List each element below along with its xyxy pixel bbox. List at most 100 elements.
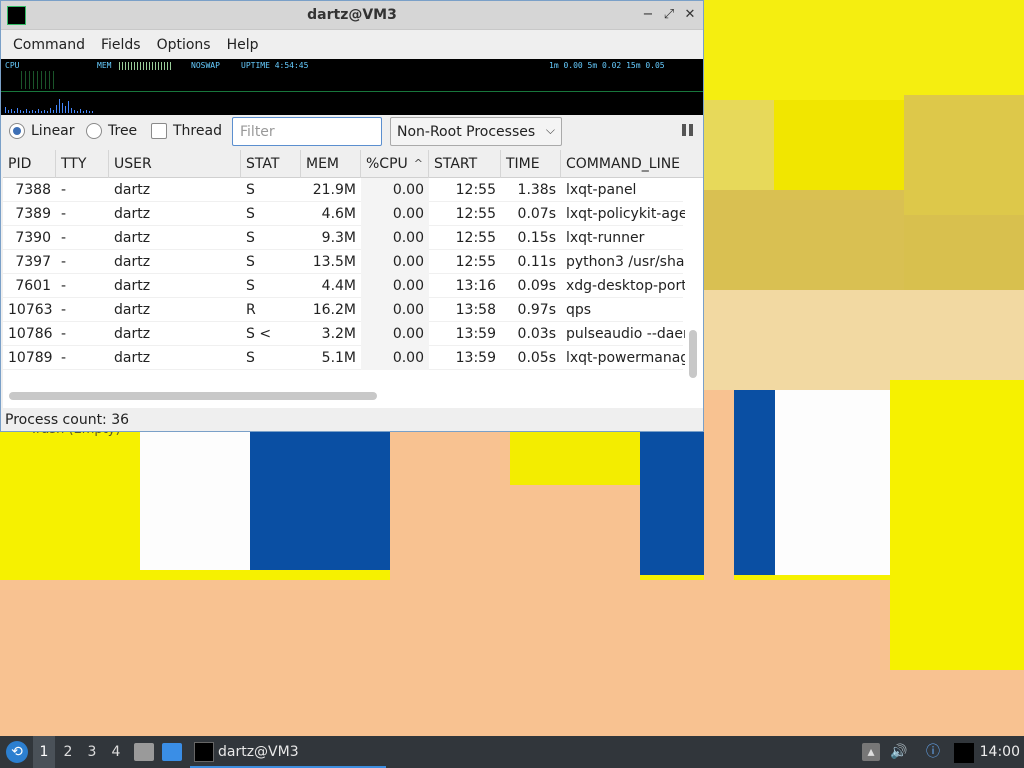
cell-time: 0.11s — [517, 254, 556, 270]
cell-stat: S — [246, 230, 255, 246]
thread-checkbox[interactable] — [151, 123, 167, 139]
table-row[interactable]: 10786- dartz S < 3.2M 0.00 13:59 0.03s pulseaud… — [3, 322, 685, 346]
show-desktop-icon[interactable] — [162, 743, 182, 761]
column-header-pid[interactable]: PID — [3, 150, 56, 178]
cell-stat: R — [246, 302, 256, 318]
cell-mem: 21.9M — [312, 182, 356, 198]
cpu-history-bars — [5, 93, 93, 113]
cell-user: dartz — [114, 254, 151, 270]
filter-input[interactable] — [232, 117, 382, 146]
pause-icon[interactable] — [681, 123, 695, 137]
volume-icon[interactable]: 🔊 — [890, 743, 908, 761]
column-header-cpu[interactable]: %CPU ^ — [361, 150, 429, 178]
cell-stat: S — [246, 278, 255, 294]
process-scope-value: Non-Root Processes — [397, 124, 536, 140]
start-menu-icon[interactable]: ⟲ — [6, 741, 28, 763]
cell-time: 1.38s — [517, 182, 556, 198]
column-header-time[interactable]: TIME — [501, 150, 561, 178]
cpu-meter — [21, 71, 57, 89]
cell-tty: - — [61, 254, 67, 270]
notification-icon[interactable]: ⓘ — [924, 743, 942, 761]
cell-command-line: pulseaudio --daemonize — [566, 326, 685, 342]
cell-start: 12:55 — [455, 230, 496, 246]
column-header-mem[interactable]: MEM — [301, 150, 361, 178]
cell-mem: 3.2M — [321, 326, 356, 342]
cell-time: 0.05s — [517, 350, 556, 366]
cell-user: dartz — [114, 230, 151, 246]
cell-mem: 4.6M — [321, 206, 356, 222]
menu-fields[interactable]: Fields — [93, 37, 149, 53]
linear-label[interactable]: Linear — [31, 123, 75, 139]
process-count: Process count: 36 — [5, 412, 130, 428]
cell-cpu: 0.00 — [361, 202, 429, 226]
cell-cpu: 0.00 — [361, 322, 429, 346]
cell-pid: 7390 — [15, 230, 51, 246]
file-manager-icon[interactable] — [134, 743, 154, 761]
menu-help[interactable]: Help — [219, 37, 267, 53]
minimize-icon[interactable]: − — [639, 6, 657, 24]
vertical-scrollbar[interactable] — [689, 330, 697, 378]
view-toolbar: Linear Tree Thread Non-Root Processes ⌵ — [1, 115, 703, 149]
terminal-tray-icon[interactable] — [954, 743, 974, 763]
chevron-down-icon: ⌵ — [545, 123, 555, 137]
mem-meter — [119, 62, 173, 70]
column-header-stat[interactable]: STAT — [241, 150, 301, 178]
cell-start: 13:59 — [455, 326, 496, 342]
mem-label: MEM — [97, 61, 112, 70]
clipboard-icon[interactable]: ▴ — [862, 743, 880, 761]
table-row[interactable]: 10763- dartz R 16.2M 0.00 13:58 0.97s qps — [3, 298, 683, 322]
cell-command-line: python3 /usr/share — [566, 254, 685, 270]
table-row[interactable]: 10789- dartz S 5.1M 0.00 13:59 0.05s lxqt-power… — [3, 346, 685, 370]
cell-pid: 10763 — [8, 302, 53, 318]
cell-tty: - — [61, 350, 67, 366]
cell-cpu: 0.00 — [361, 298, 429, 322]
clock: 14:00 — [979, 744, 1020, 760]
sort-ascending-icon: ^ — [413, 157, 423, 170]
close-icon[interactable]: ✕ — [681, 6, 699, 24]
taskbar-task-qps[interactable]: dartz@VM3 — [190, 736, 386, 768]
cpu-load-graph: CPU MEM NOSWAP UPTIME 4:54:45 1m 0.00 5m… — [1, 59, 703, 115]
workspace-2[interactable]: 2 — [57, 736, 79, 768]
column-header-command-line[interactable]: COMMAND_LINE — [561, 150, 703, 178]
cell-cpu: 0.00 — [361, 346, 429, 370]
tree-label[interactable]: Tree — [108, 123, 137, 139]
cell-tty: - — [61, 278, 67, 294]
table-row[interactable]: 7390- dartz S 9.3M 0.00 12:55 0.15s lxqt-runner — [3, 226, 683, 250]
cell-command-line: qps — [566, 302, 592, 318]
cell-start: 12:55 — [455, 254, 496, 270]
cell-user: dartz — [114, 182, 151, 198]
linear-radio[interactable] — [9, 123, 25, 139]
cell-start: 13:58 — [455, 302, 496, 318]
maximize-icon[interactable]: ⤢ — [660, 6, 678, 24]
task-label: dartz@VM3 — [218, 744, 299, 760]
cell-stat: S — [246, 350, 255, 366]
cell-tty: - — [61, 230, 67, 246]
menu-command[interactable]: Command — [5, 37, 93, 53]
cell-time: 0.03s — [517, 326, 556, 342]
cell-mem: 4.4M — [321, 278, 356, 294]
cell-user: dartz — [114, 278, 151, 294]
window-titlebar[interactable]: dartz@VM3 − ⤢ ✕ — [1, 1, 703, 30]
cpu-header-label: %CPU — [366, 156, 408, 172]
workspace-1[interactable]: 1 — [33, 736, 55, 768]
table-row[interactable]: 7601- dartz S 4.4M 0.00 13:16 0.09s xdg-desktop… — [3, 274, 685, 298]
workspace-4[interactable]: 4 — [105, 736, 127, 768]
column-header-start[interactable]: START — [429, 150, 501, 178]
cell-time: 0.97s — [517, 302, 556, 318]
menu-options[interactable]: Options — [149, 37, 219, 53]
graph-axis — [1, 91, 703, 92]
cell-tty: - — [61, 326, 67, 342]
cpu-label: CPU — [5, 61, 20, 70]
cell-user: dartz — [114, 302, 151, 318]
horizontal-scrollbar[interactable] — [9, 392, 377, 400]
column-header-user[interactable]: USER — [109, 150, 241, 178]
workspace-3[interactable]: 3 — [81, 736, 103, 768]
table-row[interactable]: 7397- dartz S 13.5M 0.00 12:55 0.11s python3 /u… — [3, 250, 685, 274]
process-scope-select[interactable]: Non-Root Processes ⌵ — [390, 117, 562, 146]
column-header-tty[interactable]: TTY — [56, 150, 109, 178]
cell-cpu: 0.00 — [361, 226, 429, 250]
table-row[interactable]: 7389- dartz S 4.6M 0.00 12:55 0.07s lxqt-policy… — [3, 202, 685, 226]
table-row[interactable]: 7388- dartz S 21.9M 0.00 12:55 1.38s lxqt-panel — [3, 178, 683, 202]
thread-label[interactable]: Thread — [173, 123, 222, 139]
tree-radio[interactable] — [86, 123, 102, 139]
